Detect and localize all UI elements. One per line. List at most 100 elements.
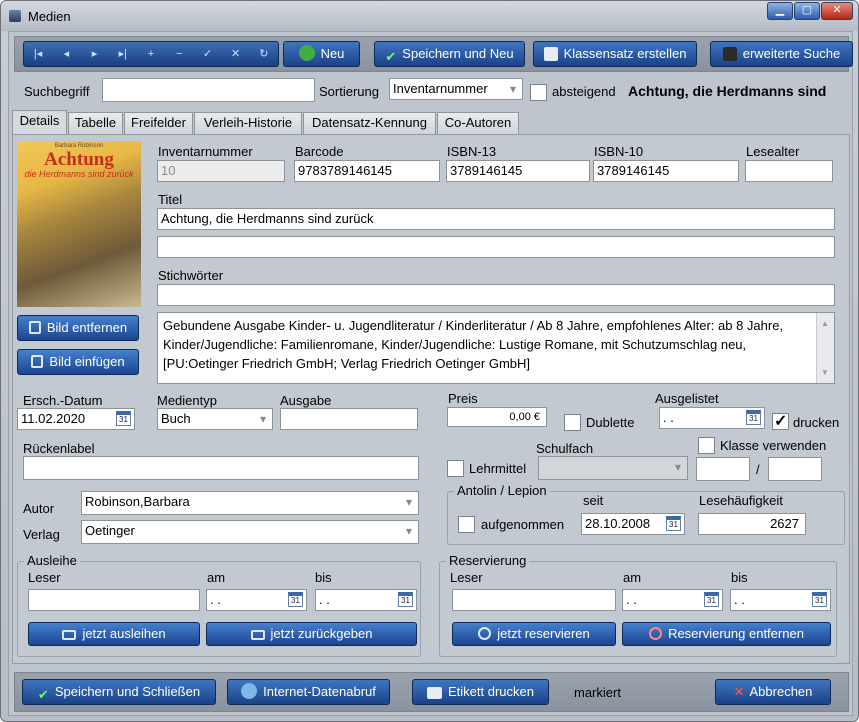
calendar-icon[interactable]: 31 — [116, 411, 131, 426]
subtitle-field[interactable] — [157, 236, 835, 258]
reservation-on-field[interactable]: . . 31 — [622, 589, 723, 611]
barcode-field[interactable]: 9783789146145 — [294, 160, 440, 182]
isbn10-label: ISBN-10 — [594, 144, 644, 159]
nav-refresh-button[interactable]: ↻ — [250, 42, 278, 66]
description-scrollbar[interactable] — [816, 313, 834, 383]
delisted-label: Ausgelistet — [655, 391, 719, 406]
description-text: Gebundene Ausgabe Kinder- u. Jugendliter… — [163, 318, 784, 371]
tab-table[interactable]: Tabelle — [68, 112, 123, 134]
teaching-material-checkbox[interactable] — [447, 460, 464, 477]
class-set-label: Klassensatz erstellen — [563, 46, 687, 61]
insert-image-button[interactable]: Bild einfügen — [17, 349, 139, 375]
reservation-group: Reservierung Leser am . . 31 bis . . 31 je… — [439, 553, 837, 657]
mediatype-label: Medientyp — [157, 393, 217, 408]
price-label: Preis — [448, 391, 478, 406]
nav-prev-button[interactable]: ◂ — [52, 42, 80, 66]
nav-insert-button[interactable]: + — [137, 42, 165, 66]
calendar-icon[interactable]: 31 — [812, 592, 827, 607]
reservation-until-label: bis — [731, 570, 748, 585]
search-input[interactable] — [102, 78, 315, 102]
keywords-field[interactable] — [157, 284, 835, 306]
publisher-select[interactable]: Oetinger — [81, 520, 419, 544]
footer-bar: ✔ Speichern und Schließen Internet-Datena… — [14, 672, 849, 712]
delisted-field[interactable]: . . 31 — [659, 407, 765, 429]
inventory-field[interactable]: 10 — [157, 160, 285, 182]
tab-free-fields[interactable]: Freifelder — [124, 112, 193, 134]
antolin-since-value: 28.10.2008 — [585, 516, 651, 531]
author-label: Autor — [23, 501, 55, 516]
calendar-icon[interactable]: 31 — [288, 592, 303, 607]
spine-label-field[interactable] — [23, 456, 419, 480]
save-and-close-button[interactable]: ✔ Speichern und Schließen — [22, 679, 216, 705]
loan-on-field[interactable]: . . 31 — [206, 589, 307, 611]
printer-icon — [427, 687, 442, 699]
calendar-icon[interactable]: 31 — [666, 516, 681, 531]
antolin-added-checkbox[interactable] — [458, 516, 475, 533]
lend-now-button[interactable]: jetzt ausleihen — [28, 622, 200, 646]
remove-reservation-button[interactable]: Reservierung entfernen — [622, 622, 831, 646]
check-icon: ✔ — [37, 687, 49, 702]
price-field[interactable]: 0,00 € — [447, 407, 547, 427]
tab-loan-history[interactable]: Verleih-Historie — [194, 112, 302, 134]
class-set-button[interactable]: Klassensatz erstellen — [533, 41, 697, 67]
duplicate-checkbox[interactable] — [564, 414, 581, 431]
cover-image: Barbara Robinson Achtung die Herdmanns s… — [17, 141, 141, 307]
title-label: Titel — [158, 192, 183, 207]
nav-first-button[interactable]: |◂ — [24, 42, 52, 66]
loan-on-value: . . — [210, 592, 221, 607]
pubdate-label: Ersch.-Datum — [23, 393, 103, 408]
current-record-title: Achtung, die Herdmanns sind — [628, 83, 827, 99]
cancel-button[interactable]: ✕ Abbrechen — [715, 679, 831, 705]
loan-until-field[interactable]: . . 31 — [315, 589, 417, 611]
remove-reservation-label: Reservierung entfernen — [668, 626, 804, 641]
class-from-field[interactable] — [696, 457, 750, 481]
reserve-now-button[interactable]: jetzt reservieren — [452, 622, 616, 646]
sort-select[interactable]: Inventarnummer — [389, 78, 523, 100]
save-and-new-button[interactable]: ✔ Speichern und Neu — [374, 41, 525, 67]
nav-cancel-button[interactable]: ✕ — [222, 42, 250, 66]
calendar-icon[interactable]: 31 — [746, 410, 761, 425]
close-button[interactable]: ✕ — [821, 2, 853, 20]
edition-field[interactable] — [280, 408, 418, 430]
advanced-search-button[interactable]: erweiterte Suche — [710, 41, 853, 67]
new-button[interactable]: Neu — [283, 41, 360, 67]
cancel-x-icon: ✕ — [733, 684, 745, 699]
nav-delete-button[interactable]: − — [165, 42, 193, 66]
internet-lookup-button[interactable]: Internet-Datenabruf — [227, 679, 390, 705]
calendar-icon[interactable]: 31 — [704, 592, 719, 607]
nav-next-button[interactable]: ▸ — [80, 42, 108, 66]
nav-post-button[interactable]: ✓ — [193, 42, 221, 66]
maximize-button[interactable]: ▢ — [794, 2, 820, 20]
antolin-since-field[interactable]: 28.10.2008 31 — [581, 513, 685, 535]
descending-checkbox[interactable] — [530, 84, 547, 101]
use-class-checkbox[interactable] — [698, 437, 715, 454]
return-now-button[interactable]: jetzt zurückgeben — [206, 622, 417, 646]
age-field[interactable] — [745, 160, 833, 182]
reservation-reader-field[interactable] — [452, 589, 616, 611]
nav-last-button[interactable]: ▸| — [109, 42, 137, 66]
minimize-button[interactable]: ▁ — [767, 2, 793, 20]
title-field[interactable]: Achtung, die Herdmanns sind zurück — [157, 208, 835, 230]
isbn13-field[interactable]: 3789146145 — [446, 160, 590, 182]
reading-frequency-field[interactable]: 2627 — [698, 513, 806, 535]
tab-record-id[interactable]: Datensatz-Kennung — [303, 112, 436, 134]
print-checkbox[interactable]: ✓ — [772, 413, 789, 430]
insert-image-label: Bild einfügen — [49, 354, 125, 369]
reservation-until-field[interactable]: . . 31 — [730, 589, 831, 611]
loan-reader-field[interactable] — [28, 589, 200, 611]
tab-co-authors[interactable]: Co-Autoren — [437, 112, 519, 134]
calendar-icon[interactable]: 31 — [398, 592, 413, 607]
image-icon — [28, 321, 41, 334]
print-label-button[interactable]: Etikett drucken — [412, 679, 549, 705]
author-select[interactable]: Robinson,Barbara — [81, 491, 419, 515]
toolbar: |◂ ◂ ▸ ▸| + − ✓ ✕ ↻ Neu ✔ Speichern und N… — [14, 36, 853, 72]
antolin-group: Antolin / Lepion seit aufgenommen 28.10.… — [447, 483, 845, 545]
remove-image-button[interactable]: Bild entfernen — [17, 315, 139, 341]
mediatype-select[interactable]: Buch — [157, 408, 273, 430]
description-textarea[interactable]: Gebundene Ausgabe Kinder- u. Jugendliter… — [157, 312, 835, 384]
pubdate-field[interactable]: 11.02.2020 31 — [17, 408, 135, 430]
tab-details[interactable]: Details — [12, 110, 67, 135]
isbn10-field[interactable]: 3789146145 — [593, 160, 739, 182]
subject-select[interactable] — [538, 456, 688, 480]
class-to-field[interactable] — [768, 457, 822, 481]
